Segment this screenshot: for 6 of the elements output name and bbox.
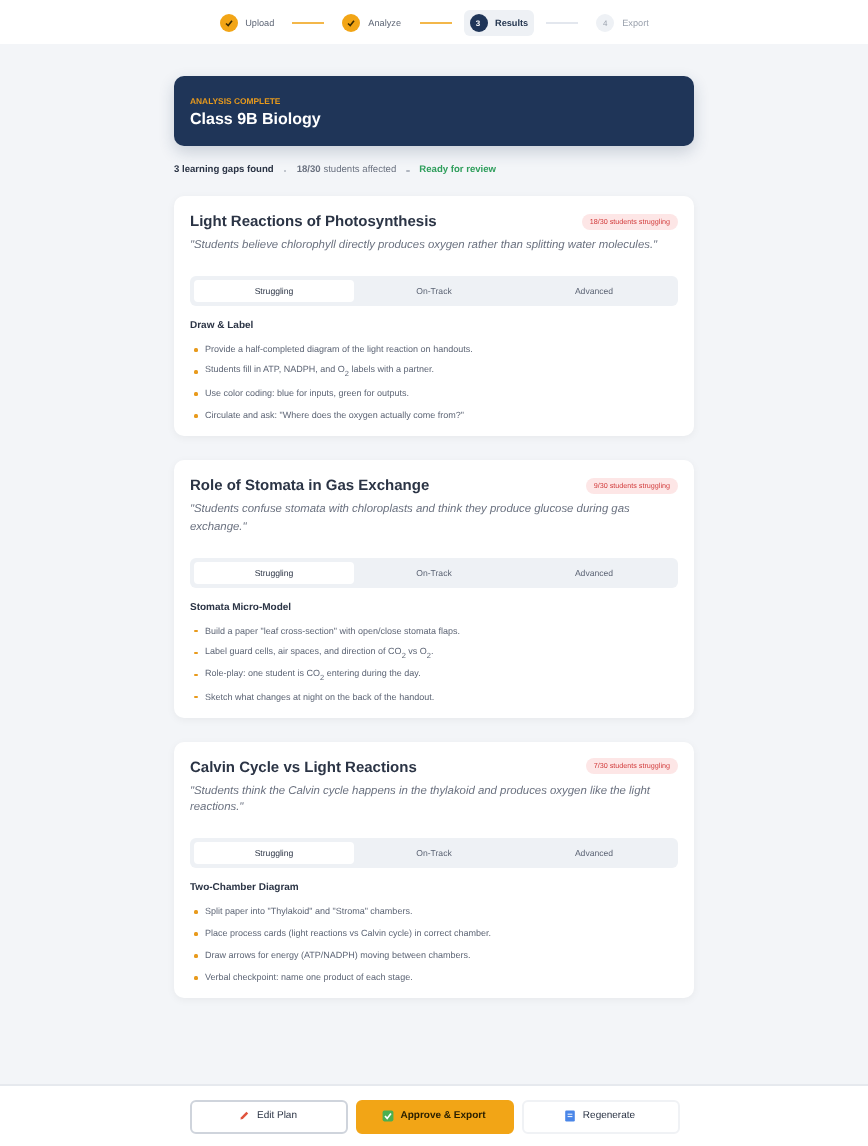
check-icon (346, 17, 357, 27)
check-icon (223, 17, 234, 27)
check-box-icon (382, 1110, 395, 1122)
pencil-icon (238, 1110, 251, 1122)
document-icon (564, 1110, 577, 1122)
class-title: Class 9B Biology (190, 110, 323, 128)
